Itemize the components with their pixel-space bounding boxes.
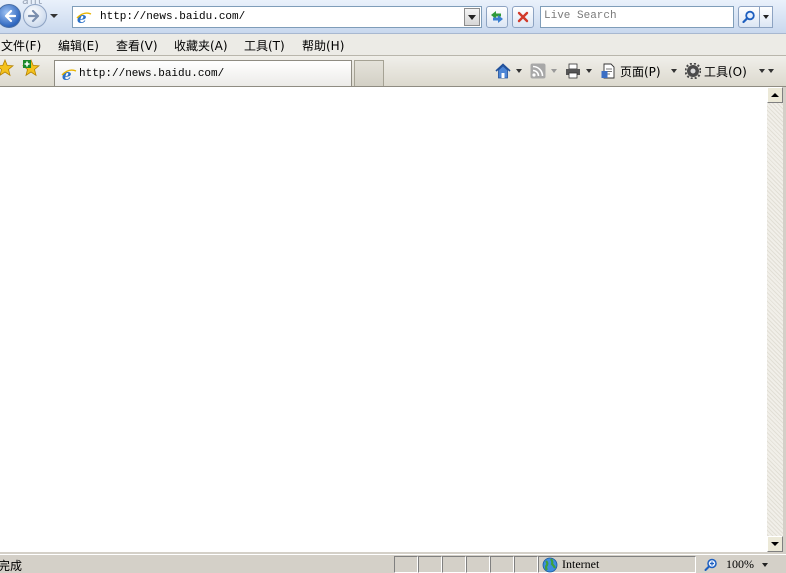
menu-tools[interactable]: 工具(T) [244,37,285,54]
scroll-down-button[interactable] [767,536,783,552]
scroll-up-button[interactable] [767,87,783,103]
add-favorite-icon[interactable] [22,59,40,77]
status-pane [514,556,538,573]
recent-pages-dropdown[interactable] [50,14,58,18]
ie-page-icon: e [76,9,92,25]
favorites-star-icon[interactable] [0,59,14,77]
feeds-button[interactable] [530,62,557,80]
chevron-down-icon [762,562,768,567]
zoom-control[interactable]: 100% [700,556,770,573]
forward-button[interactable] [23,4,47,28]
menu-favorites[interactable]: 收藏夹(A) [174,37,228,54]
menu-view[interactable]: 查看(V) [116,37,158,54]
status-pane [442,556,466,573]
security-zone[interactable]: Internet [538,556,696,573]
refresh-button[interactable] [486,6,508,28]
address-text[interactable]: http://news.baidu.com/ [100,11,245,23]
status-pane [418,556,442,573]
chevron-down-icon [768,69,774,73]
page-menu-label: 页面(P) [620,64,661,79]
zoom-level: 100% [726,557,754,571]
status-text: 完成 [0,559,23,573]
chevron-down-icon [468,14,476,20]
home-button[interactable] [495,62,522,80]
back-icon [4,9,16,23]
forward-icon [28,9,40,23]
chevron-down-icon[interactable] [758,69,765,73]
status-pane [394,556,418,573]
vertical-scrollbar[interactable] [767,87,783,552]
menu-help[interactable]: 帮助(H) [302,37,344,54]
status-bar: 完成 Internet 100% [0,554,786,573]
address-field[interactable]: e http://news.baidu.com/ [72,6,482,28]
search-button[interactable] [738,6,760,28]
arrow-up-icon [771,93,779,97]
menu-edit[interactable]: 编辑(E) [58,37,99,54]
page-content[interactable] [0,87,767,552]
chevron-down-icon[interactable] [670,69,677,73]
ie-page-icon: e [61,66,77,82]
security-zone-label: Internet [562,557,600,571]
globe-icon [542,557,558,572]
home-icon [495,63,511,79]
print-button[interactable] [565,62,592,80]
status-pane [466,556,490,573]
new-tab-button[interactable] [354,60,384,86]
status-pane [490,556,514,573]
tools-menu-label: 工具(O) [704,64,747,79]
address-bar-row: ailt e http://news.baidu.com/ Live Searc… [0,0,786,34]
menu-bar: 文件(F) 编辑(E) 查看(V) 收藏夹(A) 工具(T) 帮助(H) [0,34,786,56]
feeds-icon [530,63,546,79]
search-icon [742,10,755,24]
refresh-icon [491,11,503,23]
tab-title: http://news.baidu.com/ [79,67,225,80]
chevron-down-icon [763,15,769,19]
chevron-down-icon[interactable] [551,69,557,73]
back-button[interactable] [0,4,21,28]
tools-menu-button[interactable]: 工具(O) [685,62,765,80]
page-icon [601,63,615,79]
arrow-down-icon [771,542,779,546]
tab-command-row: e http://news.baidu.com/ 页面(P) 工具(O) [0,56,786,87]
address-dropdown-button[interactable] [464,8,480,26]
tab-active[interactable]: e http://news.baidu.com/ [54,60,352,86]
search-input[interactable]: Live Search [540,6,734,28]
page-menu-button[interactable]: 页面(P) [601,62,677,80]
toolbar-overflow-button[interactable] [768,62,774,80]
stop-button[interactable] [512,6,534,28]
print-icon [566,63,580,79]
tools-gear-icon [685,63,701,79]
zoom-icon [704,558,717,571]
chevron-down-icon[interactable] [586,69,592,73]
search-options-button[interactable] [760,6,773,28]
chevron-down-icon[interactable] [516,69,522,73]
stop-icon [517,11,529,23]
menu-file[interactable]: 文件(F) [1,37,41,54]
